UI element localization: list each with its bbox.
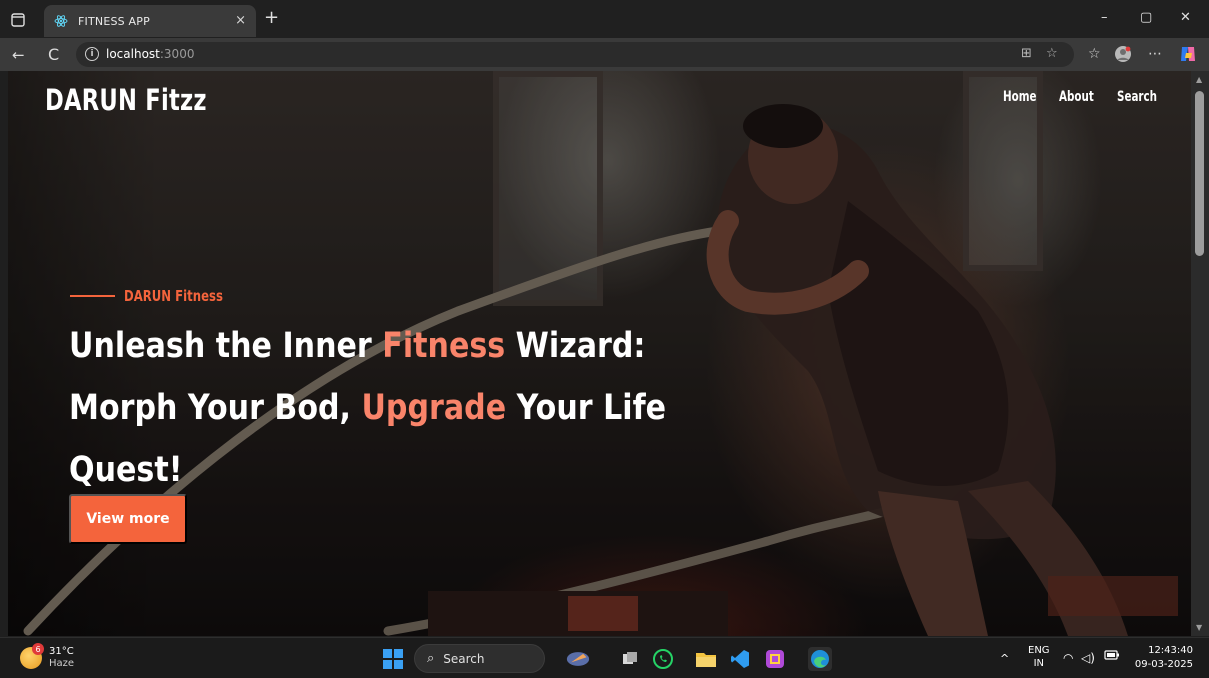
- windows-taskbar: 6 31°C Haze ⌕ Search ^ ENG IN ◠ ◁) 12:43…: [0, 637, 1209, 678]
- browser-tab-active[interactable]: FITNESS APP ×: [44, 5, 256, 37]
- browser-toolbar: ← C i localhost:3000 ⊞ ☆ ☆ ⋯: [0, 38, 1209, 71]
- url-text[interactable]: localhost:3000: [106, 47, 194, 61]
- clock-date: 09-03-2025: [1134, 659, 1193, 670]
- weather-notification-badge: 6: [32, 643, 44, 655]
- system-clock[interactable]: 12:43:40 09-03-2025: [1135, 644, 1193, 672]
- page-scrollbar[interactable]: ▲ ▼: [1191, 71, 1209, 636]
- search-icon: ⌕: [427, 651, 435, 666]
- eyebrow-line: [70, 295, 115, 297]
- battery-icon[interactable]: [1104, 650, 1120, 663]
- close-window-button[interactable]: ✕: [1180, 10, 1191, 25]
- scroll-down-arrow-icon[interactable]: ▼: [1196, 623, 1202, 632]
- nav-link-search[interactable]: Search: [1117, 89, 1157, 105]
- hero-headline: Unleash the Inner Fitness Wizard: Morph …: [69, 326, 667, 490]
- scroll-up-arrow-icon[interactable]: ▲: [1196, 75, 1202, 84]
- whatsapp-icon[interactable]: [651, 647, 675, 671]
- weather-widget[interactable]: 6 31°C Haze: [20, 643, 75, 670]
- restore-button[interactable]: ▢: [1140, 10, 1152, 25]
- taskbar-pinned-app-icon[interactable]: [566, 647, 590, 671]
- eyebrow-text: DARUN Fitness: [124, 287, 223, 305]
- site-info-icon[interactable]: i: [85, 47, 99, 61]
- nav-link-home[interactable]: Home: [1003, 89, 1037, 105]
- refresh-button[interactable]: C: [48, 45, 59, 64]
- view-more-button[interactable]: View more: [69, 494, 187, 544]
- more-options-icon[interactable]: ⋯: [1148, 46, 1162, 62]
- task-view-icon[interactable]: [618, 647, 642, 671]
- new-tab-button[interactable]: +: [264, 9, 279, 27]
- headline-accent-upgrade: Upgrade: [361, 388, 507, 428]
- vscode-icon[interactable]: [728, 647, 752, 671]
- headline-accent-fitness: Fitness: [382, 326, 506, 366]
- edge-browser-icon[interactable]: [808, 647, 832, 671]
- tab-close-icon[interactable]: ×: [235, 13, 246, 28]
- hero-eyebrow: DARUN Fitness: [70, 287, 251, 305]
- react-favicon-icon: [54, 14, 68, 28]
- wifi-icon[interactable]: ◠: [1063, 651, 1073, 665]
- weather-temperature: 31°C: [49, 646, 74, 657]
- scrollbar-thumb[interactable]: [1195, 91, 1204, 256]
- back-button[interactable]: ←: [12, 46, 25, 64]
- tab-actions-icon[interactable]: [8, 10, 28, 30]
- hero-section: DARUN Fitzz Home About Search DARUN Fitn…: [8, 71, 1191, 636]
- nav-link-about[interactable]: About: [1059, 89, 1094, 105]
- taskbar-search-label: Search: [443, 651, 485, 666]
- file-explorer-icon[interactable]: [694, 647, 718, 671]
- site-logo[interactable]: DARUN Fitzz: [45, 83, 207, 117]
- favorites-icon[interactable]: ☆: [1088, 46, 1101, 62]
- show-hidden-icons-chevron-icon[interactable]: ^: [1000, 652, 1009, 665]
- tab-title: FITNESS APP: [78, 14, 150, 28]
- address-bar[interactable]: i localhost:3000 ⊞ ☆: [76, 42, 1074, 67]
- copilot-icon[interactable]: [1178, 44, 1198, 68]
- start-button-windows-icon[interactable]: [383, 649, 403, 669]
- volume-icon[interactable]: ◁): [1081, 651, 1095, 665]
- taskbar-search[interactable]: ⌕ Search: [414, 644, 545, 673]
- profile-avatar[interactable]: [1114, 45, 1132, 67]
- weather-sun-icon: 6: [20, 643, 44, 669]
- favorite-star-icon[interactable]: ☆: [1046, 46, 1058, 61]
- split-screen-icon[interactable]: ⊞: [1021, 46, 1032, 61]
- browser-title-bar: FITNESS APP × + – ▢ ✕: [0, 0, 1209, 38]
- pinned-app-icon[interactable]: [763, 647, 787, 671]
- weather-condition: Haze: [49, 658, 75, 669]
- minimize-button[interactable]: –: [1101, 10, 1108, 25]
- clock-time: 12:43:40: [1148, 645, 1193, 656]
- language-indicator[interactable]: ENG IN: [1028, 644, 1050, 670]
